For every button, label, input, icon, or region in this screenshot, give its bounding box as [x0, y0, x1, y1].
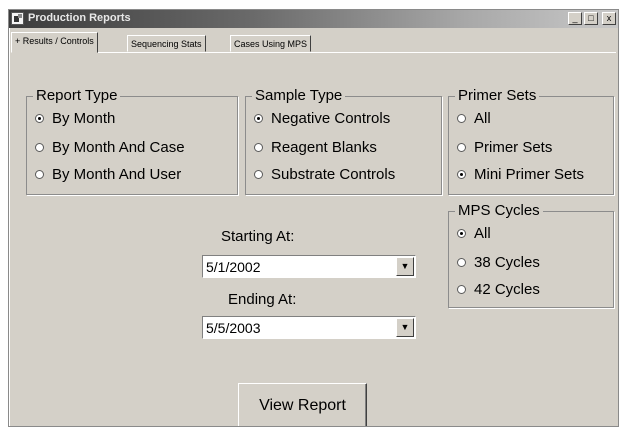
starting-date-combo[interactable]: 5/1/2002 ▼ [202, 255, 416, 278]
radio-label: 38 Cycles [474, 253, 540, 271]
ending-date-combo[interactable]: 5/5/2003 ▼ [202, 316, 416, 339]
tab-sequencing-stats[interactable]: Sequencing Stats [127, 35, 206, 52]
radio-by-month-and-user[interactable]: By Month And User [35, 164, 181, 184]
radio-button-icon[interactable] [35, 142, 44, 152]
radio-button-icon[interactable] [254, 169, 263, 179]
radio-substrate-controls[interactable]: Substrate Controls [254, 164, 395, 184]
mps-cycles-title: MPS Cycles [455, 203, 543, 219]
starting-date-value: 5/1/2002 [206, 259, 261, 275]
radio-42-cycles[interactable]: 42 Cycles [457, 279, 540, 299]
radio-label: By Month And Case [52, 138, 185, 156]
radio-label: By Month [52, 109, 116, 127]
radio-button-icon[interactable] [457, 142, 466, 152]
radio-label: 42 Cycles [474, 280, 540, 298]
radio-by-month[interactable]: By Month [35, 108, 115, 128]
radio-reagent-blanks[interactable]: Reagent Blanks [254, 137, 377, 157]
radio-negative-controls[interactable]: Negative Controls [254, 108, 390, 128]
app-icon [11, 12, 24, 25]
primer-sets-group: Primer Sets All Primer Sets Mini Primer … [448, 88, 614, 195]
radio-mini-primer-sets[interactable]: Mini Primer Sets [457, 164, 584, 184]
title-bar[interactable]: Production Reports _ □ x [9, 10, 618, 28]
report-type-title: Report Type [33, 88, 121, 104]
radio-primer-sets[interactable]: Primer Sets [457, 137, 552, 157]
radio-label: Reagent Blanks [271, 138, 377, 156]
radio-mps-all[interactable]: All [457, 223, 491, 243]
radio-primer-all[interactable]: All [457, 108, 491, 128]
view-report-button[interactable]: View Report [238, 383, 367, 426]
radio-label: Primer Sets [474, 138, 553, 156]
tab-panel-border [11, 52, 616, 53]
radio-by-month-and-case[interactable]: By Month And Case [35, 137, 185, 157]
radio-button-icon[interactable] [457, 228, 466, 238]
report-type-group: Report Type By Month By Month And Case B… [26, 88, 238, 195]
sample-type-title: Sample Type [252, 88, 346, 104]
radio-button-icon[interactable] [254, 113, 263, 123]
radio-button-icon[interactable] [254, 142, 263, 152]
chevron-down-icon[interactable]: ▼ [396, 257, 414, 276]
close-button[interactable]: x [602, 12, 616, 25]
ending-at-label: Ending At: [228, 291, 297, 308]
radio-label: Mini Primer Sets [474, 165, 585, 183]
radio-label: Negative Controls [271, 109, 391, 127]
radio-label: All [474, 109, 491, 127]
chevron-down-icon[interactable]: ▼ [396, 318, 414, 337]
primer-sets-title: Primer Sets [455, 88, 540, 104]
tab-cases-using-mps[interactable]: Cases Using MPS [230, 35, 312, 52]
radio-button-icon[interactable] [35, 169, 44, 179]
ending-date-value: 5/5/2003 [206, 320, 261, 336]
maximize-button[interactable]: □ [584, 12, 598, 25]
radio-label: Substrate Controls [271, 165, 396, 183]
tab-results-controls[interactable]: + Results / Controls [11, 32, 98, 53]
mps-cycles-group: MPS Cycles All 38 Cycles 42 Cycles [448, 203, 614, 308]
radio-button-icon[interactable] [457, 284, 466, 294]
radio-button-icon[interactable] [457, 113, 466, 123]
radio-button-icon[interactable] [457, 169, 466, 179]
radio-button-icon[interactable] [35, 113, 44, 123]
sample-type-group: Sample Type Negative Controls Reagent Bl… [245, 88, 442, 195]
radio-label: All [474, 224, 491, 242]
radio-button-icon[interactable] [457, 257, 466, 267]
radio-38-cycles[interactable]: 38 Cycles [457, 252, 540, 272]
radio-label: By Month And User [52, 165, 182, 183]
production-reports-window: Production Reports _ □ x + Results / Con… [8, 9, 619, 427]
starting-at-label: Starting At: [221, 228, 295, 245]
window-title: Production Reports [28, 12, 131, 24]
minimize-button[interactable]: _ [568, 12, 582, 25]
